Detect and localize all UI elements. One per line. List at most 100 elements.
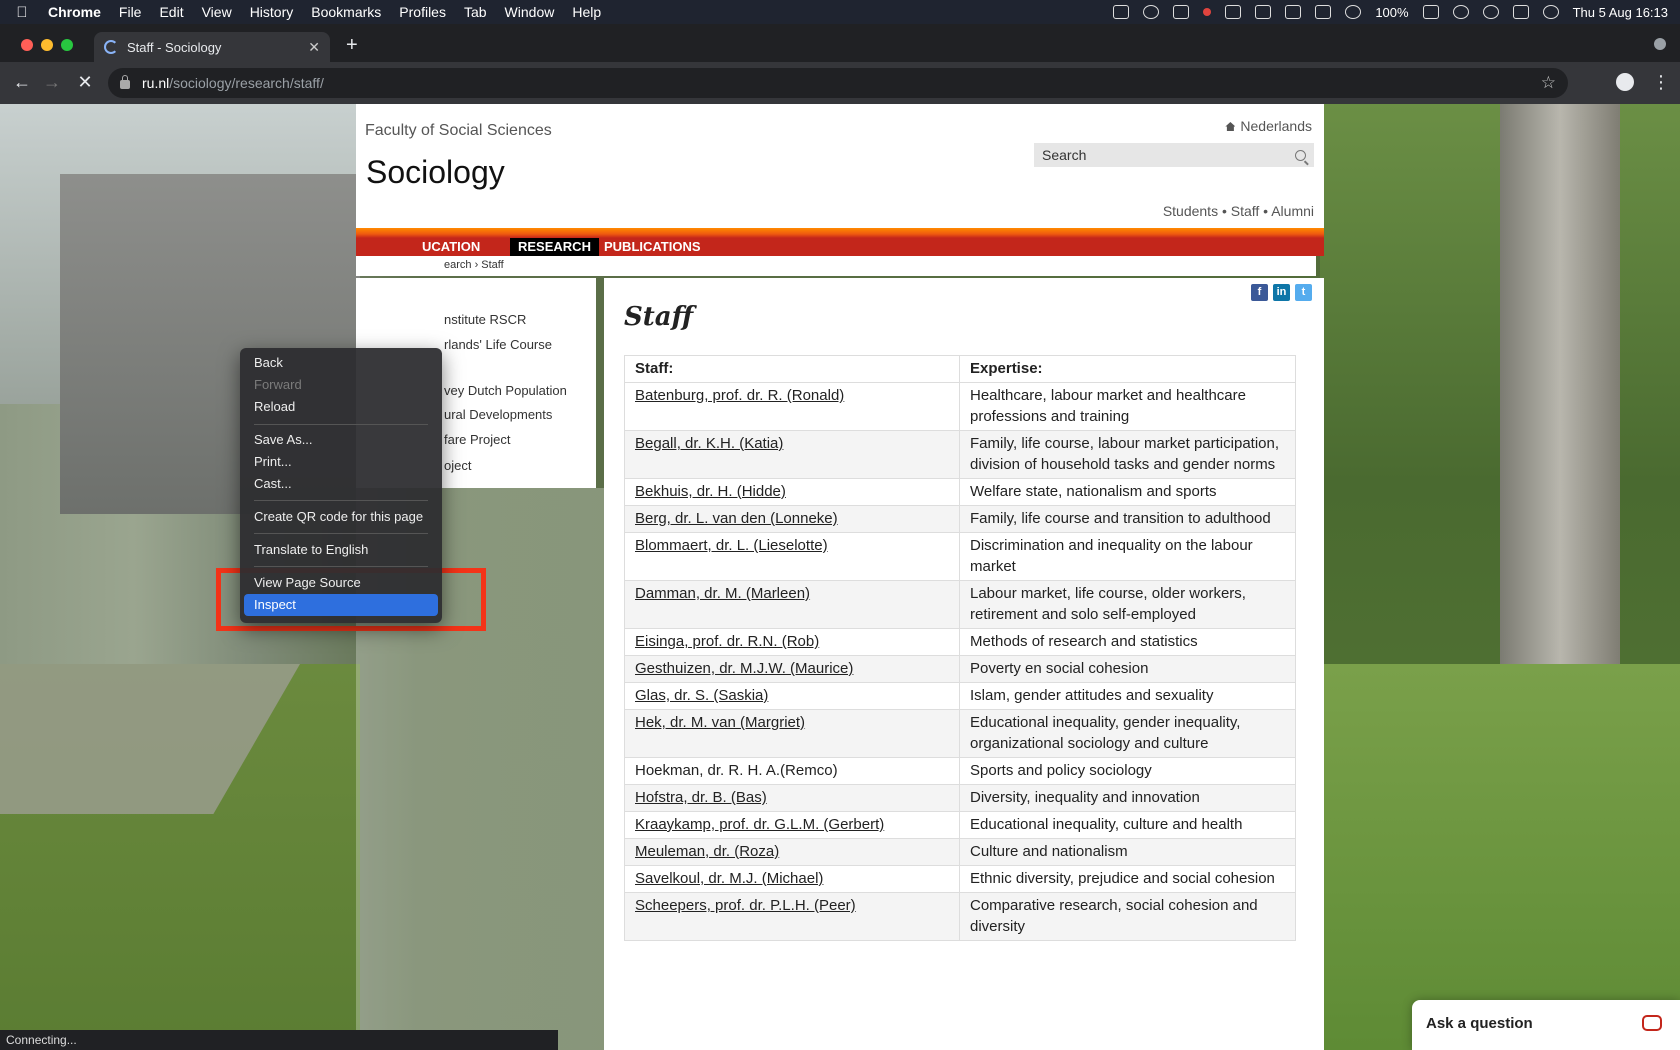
control-center-icon[interactable] <box>1512 5 1529 19</box>
sidebar-item-cultural-developments[interactable]: ural Developments <box>444 407 552 422</box>
audience-links[interactable]: Students • Staff • Alumni <box>1163 203 1314 219</box>
staff-profile-link[interactable]: Berg, dr. L. van den (Lonneke) <box>635 510 838 527</box>
expertise-cell: Diversity, inequality and innovation <box>959 784 1296 812</box>
screen-icon[interactable] <box>1113 5 1130 19</box>
staff-name-cell: Hek, dr. M. van (Margriet) <box>624 709 960 758</box>
staff-profile-link[interactable]: Kraaykamp, prof. dr. G.L.M. (Gerbert) <box>635 816 884 833</box>
staff-profile-link[interactable]: Hek, dr. M. van (Margriet) <box>635 714 805 731</box>
close-tab-icon[interactable]: ✕ <box>308 39 320 56</box>
context-menu-inspect[interactable]: Inspect <box>244 594 438 616</box>
tab-search-icon[interactable] <box>1654 38 1666 50</box>
staff-profile-link[interactable]: Damman, dr. M. (Marleen) <box>635 585 810 602</box>
site-title[interactable]: Sociology <box>366 154 505 191</box>
nav-publications[interactable]: PUBLICATIONS <box>596 238 709 256</box>
staff-profile-link[interactable]: Batenburg, prof. dr. R. (Ronald) <box>635 387 844 404</box>
staff-name-cell: Meuleman, dr. (Roza) <box>624 838 960 866</box>
minimize-window-button[interactable] <box>41 39 53 51</box>
bookmark-star-icon[interactable]: ☆ <box>1541 73 1556 93</box>
menu-file[interactable]: File <box>119 4 142 20</box>
context-menu-cast[interactable]: Cast... <box>244 473 438 495</box>
menu-history[interactable]: History <box>250 4 294 20</box>
maximize-window-button[interactable] <box>61 39 73 51</box>
menu-app-name[interactable]: Chrome <box>48 4 101 20</box>
context-menu-back[interactable]: Back <box>244 352 438 374</box>
expertise-cell: Islam, gender attitudes and sexuality <box>959 682 1296 710</box>
context-menu-reload[interactable]: Reload <box>244 396 438 418</box>
staff-profile-link[interactable]: Bekhuis, dr. H. (Hidde) <box>635 483 786 500</box>
chat-bubble-icon[interactable] <box>1642 1015 1662 1031</box>
record-icon[interactable] <box>1203 8 1212 16</box>
staff-profile-link[interactable]: Savelkoul, dr. M.J. (Michael) <box>635 870 823 887</box>
lock-icon[interactable] <box>120 75 130 89</box>
close-window-button[interactable] <box>21 39 33 51</box>
twitter-icon[interactable]: t <box>1295 284 1312 301</box>
sync-icon[interactable] <box>1143 5 1160 19</box>
staff-profile-link[interactable]: Hofstra, dr. B. (Bas) <box>635 789 767 806</box>
site-search-input[interactable]: Search <box>1034 143 1314 167</box>
menu-bookmarks[interactable]: Bookmarks <box>311 4 381 20</box>
loading-spinner-icon <box>104 40 118 54</box>
menu-edit[interactable]: Edit <box>159 4 183 20</box>
sidebar-item-welfare-project[interactable]: fare Project <box>444 432 510 447</box>
expertise-cell: Culture and nationalism <box>959 838 1296 866</box>
search-placeholder: Search <box>1042 147 1087 163</box>
forward-button[interactable]: → <box>42 72 62 93</box>
sidebar-item-life-course[interactable]: rlands' Life Course <box>444 337 552 352</box>
wifi-icon[interactable] <box>1452 5 1469 19</box>
context-menu-create-qr[interactable]: Create QR code for this page <box>244 506 438 528</box>
faculty-link[interactable]: Faculty of Social Sciences <box>365 122 552 140</box>
nav-education[interactable]: UCATION <box>414 238 488 256</box>
menu-help[interactable]: Help <box>572 4 601 20</box>
sidebar-item-dutch-population[interactable]: vey Dutch Population <box>444 383 567 398</box>
spotlight-icon[interactable] <box>1482 5 1499 19</box>
siri-icon[interactable] <box>1542 5 1559 19</box>
staff-profile-link[interactable]: Scheepers, prof. dr. P.L.H. (Peer) <box>635 897 856 914</box>
staff-name-cell: Kraaykamp, prof. dr. G.L.M. (Gerbert) <box>624 811 960 839</box>
context-menu-print[interactable]: Print... <box>244 451 438 473</box>
back-button[interactable]: ← <box>12 72 32 93</box>
menu-view[interactable]: View <box>202 4 232 20</box>
window-icon[interactable] <box>1255 5 1272 19</box>
facebook-icon[interactable]: f <box>1251 284 1268 301</box>
chat-widget[interactable]: Ask a question <box>1412 1000 1680 1050</box>
stop-loading-button[interactable]: ✕ <box>75 72 95 93</box>
bluetooth-icon[interactable] <box>1345 5 1362 19</box>
expertise-cell: Healthcare, labour market and healthcare… <box>959 382 1296 431</box>
grid-icon[interactable] <box>1225 5 1242 19</box>
dropbox-icon[interactable] <box>1173 5 1190 19</box>
browser-toolbar: ← → ✕ ru.nl /sociology/research/staff/ ☆… <box>0 62 1680 104</box>
language-switch-link[interactable]: Nederlands <box>1225 118 1312 134</box>
menu-tab[interactable]: Tab <box>464 4 487 20</box>
browser-tab[interactable]: Staff - Sociology ✕ <box>94 32 330 62</box>
staff-profile-link[interactable]: Glas, dr. S. (Saskia) <box>635 687 768 704</box>
sidebar-item-project[interactable]: oject <box>444 458 471 473</box>
menu-window[interactable]: Window <box>505 4 555 20</box>
sidebar-item-rscr[interactable]: nstitute RSCR <box>444 312 526 327</box>
table-header-row: Staff: Expertise: <box>624 355 1296 383</box>
profile-avatar[interactable] <box>1616 73 1634 91</box>
battery-icon[interactable] <box>1422 5 1439 19</box>
apple-menu-icon[interactable]:  <box>12 4 32 21</box>
staff-profile-link[interactable]: Gesthuizen, dr. M.J.W. (Maurice) <box>635 660 853 677</box>
expertise-cell: Educational inequality, gender inequalit… <box>959 709 1296 758</box>
staff-name-cell: Savelkoul, dr. M.J. (Michael) <box>624 865 960 893</box>
menu-profiles[interactable]: Profiles <box>399 4 446 20</box>
staff-profile-link[interactable]: Begall, dr. K.H. (Katia) <box>635 435 783 452</box>
breadcrumb: earch › Staff <box>356 256 1316 276</box>
mute-icon[interactable] <box>1285 5 1302 19</box>
staff-profile-link[interactable]: Eisinga, prof. dr. R.N. (Rob) <box>635 633 819 650</box>
search-icon[interactable] <box>1295 149 1306 161</box>
context-menu-translate[interactable]: Translate to English <box>244 539 438 561</box>
context-menu-save-as[interactable]: Save As... <box>244 429 438 451</box>
nav-research[interactable]: RESEARCH <box>510 238 599 256</box>
staff-name-cell: Batenburg, prof. dr. R. (Ronald) <box>624 382 960 431</box>
new-tab-button[interactable]: + <box>346 34 358 57</box>
staff-profile-link[interactable]: Blommaert, dr. L. (Lieselotte) <box>635 537 828 554</box>
address-bar[interactable]: ru.nl /sociology/research/staff/ ☆ <box>108 68 1568 98</box>
flag-icon[interactable] <box>1315 5 1332 19</box>
linkedin-icon[interactable]: in <box>1273 284 1290 301</box>
staff-profile-link[interactable]: Meuleman, dr. (Roza) <box>635 843 779 860</box>
context-menu-view-source[interactable]: View Page Source <box>244 572 438 594</box>
chrome-menu-icon[interactable]: ⋮ <box>1652 72 1670 93</box>
breadcrumb-text[interactable]: earch › Staff <box>444 259 504 271</box>
